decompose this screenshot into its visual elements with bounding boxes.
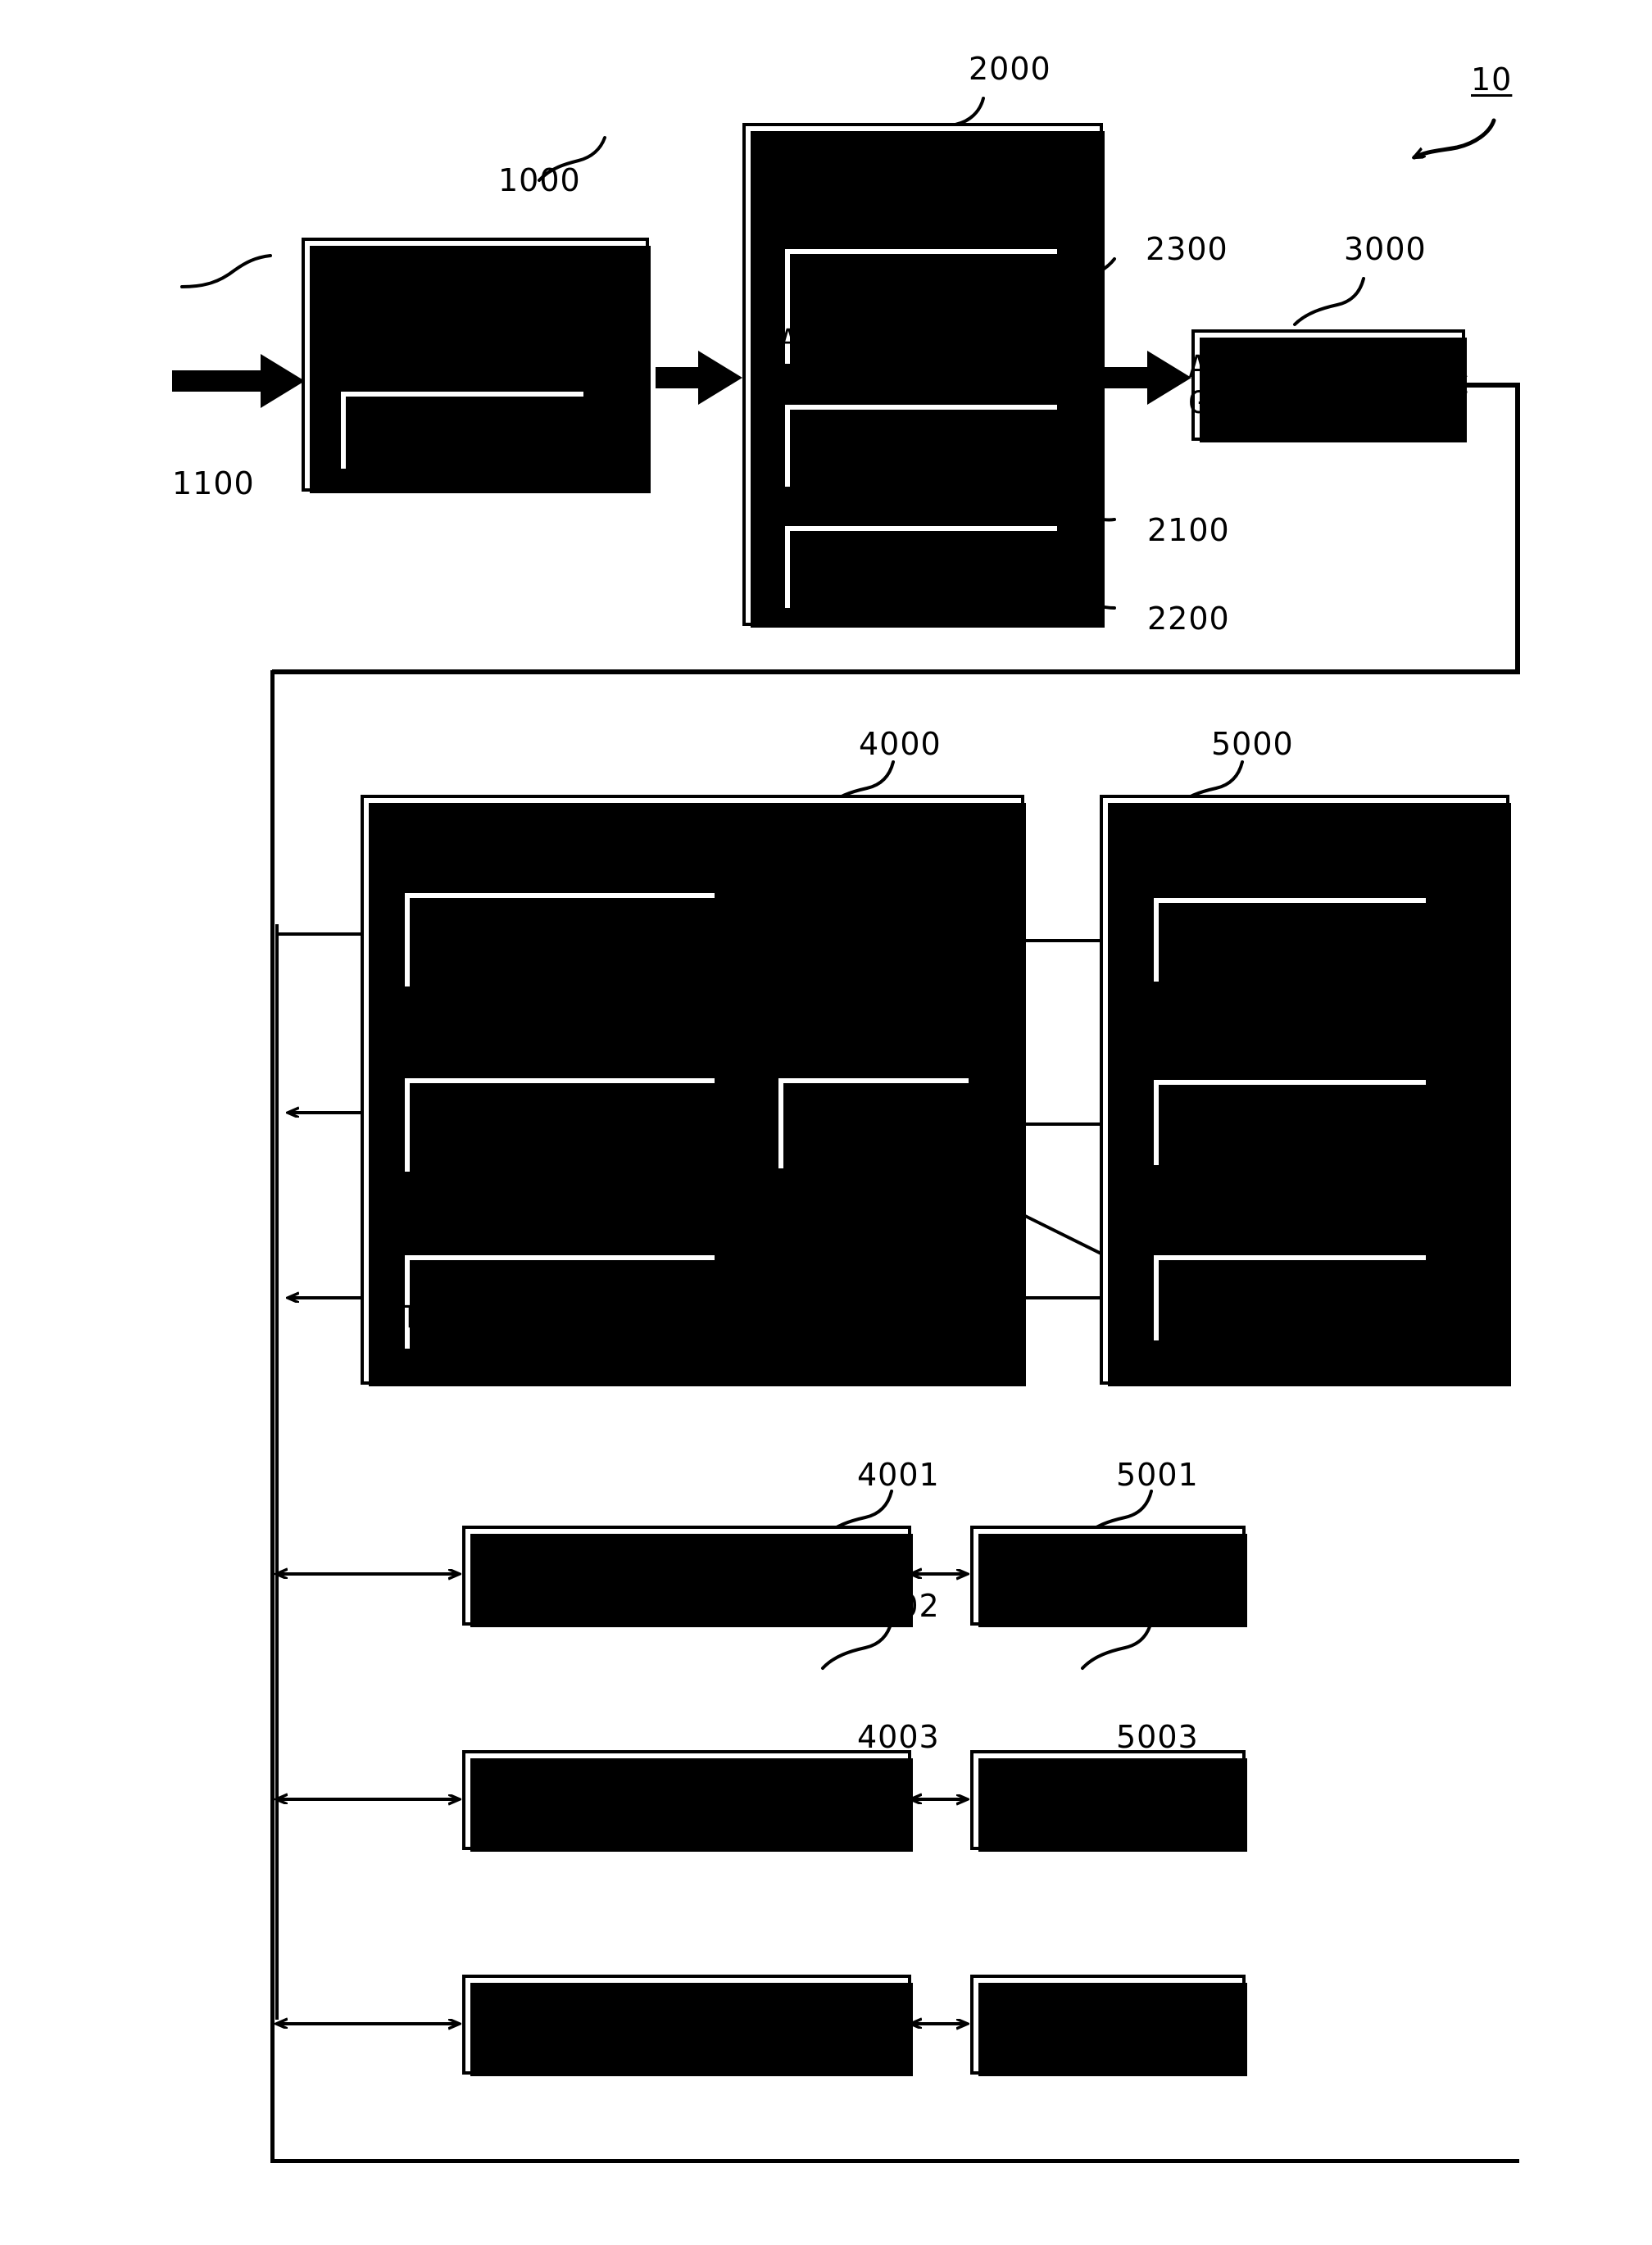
image-decoding-unit-4002[interactable]: IMAGE DECODING UNIT xyxy=(462,1750,913,1852)
system-ref-arrow xyxy=(1414,118,1496,160)
allocation-information-store-2200[interactable]: ALLOCATION INFORMATION xyxy=(782,523,1062,613)
decoded-data-label: DECODED DATA xyxy=(1178,1280,1402,1316)
allocation-information-5100-line2: INFORMATION xyxy=(1192,940,1387,973)
ref-3000: 3000 xyxy=(1344,231,1427,267)
performance-information-line1: PERFORMANCE xyxy=(824,413,1019,446)
data-reception-line1: DATA xyxy=(522,901,597,937)
attribute-detection-line1: ATTRIBUTE xyxy=(391,259,560,294)
ref-1000: 1000 xyxy=(498,162,581,198)
allocation-data-gen-line2: GENERATION UNIT xyxy=(1188,385,1468,420)
image-decoding-unit-4003[interactable]: IMAGE DECODING UNIT xyxy=(462,1975,913,2076)
attribute-information-store[interactable]: ATTRIBUTE INFORMATION xyxy=(338,388,588,474)
allocation-information-store-5100[interactable]: ALLOCATION INFORMATION xyxy=(1150,895,1431,986)
perf-acq-line1: PERFORMANCE xyxy=(824,256,1019,288)
ref-image-acq-line1: REFERENCE IMAGE xyxy=(420,1086,700,1122)
image-storage-unit-5000-label: IMAGE STORAGE UNIT xyxy=(1137,810,1473,845)
image-storage-unit-5002[interactable]: IMAGE STORAGE UNIT xyxy=(970,1750,1247,1852)
ref-2000: 2000 xyxy=(969,51,1051,87)
attribute-information-line1: ATTRIBUTE xyxy=(382,398,542,431)
ref-2300: 2300 xyxy=(1146,231,1228,267)
system-reference-number: 10 xyxy=(1471,61,1513,98)
image-storage-unit-5001[interactable]: IMAGE STORAGE UNIT xyxy=(970,1526,1247,1627)
perf-acq-line2: INFORMATION xyxy=(824,289,1019,323)
ref-1100: 1100 xyxy=(172,465,255,501)
allocation-information-2200-line1: ALLOCATION xyxy=(833,534,1010,567)
image-storage-unit-5002-line1: IMAGE xyxy=(1061,1764,1155,1800)
patent-figure-canvas: 10 1000 1100 2000 2300 2100 2200 3000 40… xyxy=(0,0,1652,2245)
performance-information-line2: INFORMATION xyxy=(824,447,1019,480)
image-storage-unit-5003[interactable]: IMAGE STORAGE UNIT xyxy=(970,1975,1247,2076)
performance-information-acquisition-unit[interactable]: PERFORMANCE INFORMATION ACQUISITION UNIT xyxy=(779,246,1063,369)
ref-image-tx-line2: TRANSMISSION UNIT xyxy=(401,1299,719,1335)
image-decoding-unit-4003-label: IMAGE DECODING UNIT xyxy=(509,2007,865,2043)
data-reception-line2: RECEPTION UNIT xyxy=(429,937,691,973)
allocation-data-generation-unit[interactable]: ALLOCATION DATA GENERATION UNIT xyxy=(1188,329,1468,442)
image-storage-unit-5003-line1: IMAGE xyxy=(1061,1989,1155,2025)
decoder[interactable]: DECODER xyxy=(775,1075,974,1173)
ref-image-tx-line1: REFERENCE IMAGE xyxy=(420,1263,700,1299)
image-decoding-unit-4001-label: IMAGE DECODING UNIT xyxy=(509,1558,865,1594)
reference-image-acquisition-unit[interactable]: REFERENCE IMAGE ACQUISITION UNIT xyxy=(402,1075,719,1177)
allocation-determination-line1: ALLOCATION xyxy=(829,141,1016,176)
decoder-label: DECODER xyxy=(808,1105,939,1141)
attribute-information-line2: INFORMATION xyxy=(365,432,560,465)
allocation-information-5100-line1: ALLOCATION xyxy=(1201,906,1378,939)
encoded-data-label: ENCODED DATA xyxy=(1178,1104,1402,1141)
image-storage-unit-5001-line1: IMAGE xyxy=(1061,1540,1155,1576)
image-decoding-unit-4002-label: IMAGE DECODING UNIT xyxy=(509,1782,865,1818)
allocation-information-2200-line2: INFORMATION xyxy=(824,568,1019,601)
data-reception-unit[interactable]: DATA RECEPTION UNIT xyxy=(402,890,719,991)
encoded-data-store[interactable]: ENCODED DATA xyxy=(1150,1077,1431,1170)
reference-image-transmission-unit[interactable]: REFERENCE IMAGE TRANSMISSION UNIT xyxy=(401,1252,719,1354)
image-storage-unit-5002-line2: STORAGE UNIT xyxy=(996,1800,1220,1835)
performance-information-store[interactable]: PERFORMANCE INFORMATION xyxy=(782,401,1062,492)
ref-image-acq-line2: ACQUISITION UNIT xyxy=(410,1122,710,1158)
allocation-data-gen-line1: ALLOCATION DATA xyxy=(1188,349,1468,385)
attribute-detection-line2: INFORMATION xyxy=(372,294,579,330)
decoded-data-store[interactable]: DECODED DATA xyxy=(1150,1252,1431,1345)
image-decoding-unit-4001[interactable]: IMAGE DECODING UNIT xyxy=(462,1526,913,1627)
attribute-detection-line3: DETECTION UNIT xyxy=(344,330,606,366)
image-storage-unit-5003-line2: STORAGE UNIT xyxy=(996,2025,1220,2060)
perf-acq-line3: ACQUISITION UNIT xyxy=(779,323,1063,356)
allocation-determination-line2: DETERMINATION UNIT xyxy=(755,176,1091,212)
image-decoding-unit-4000-label: IMAGE DECODING UNIT xyxy=(515,810,870,845)
ref-2100: 2100 xyxy=(1147,512,1230,548)
image-storage-unit-5001-line2: STORAGE UNIT xyxy=(996,1576,1220,1611)
ref-2200: 2200 xyxy=(1147,601,1230,637)
